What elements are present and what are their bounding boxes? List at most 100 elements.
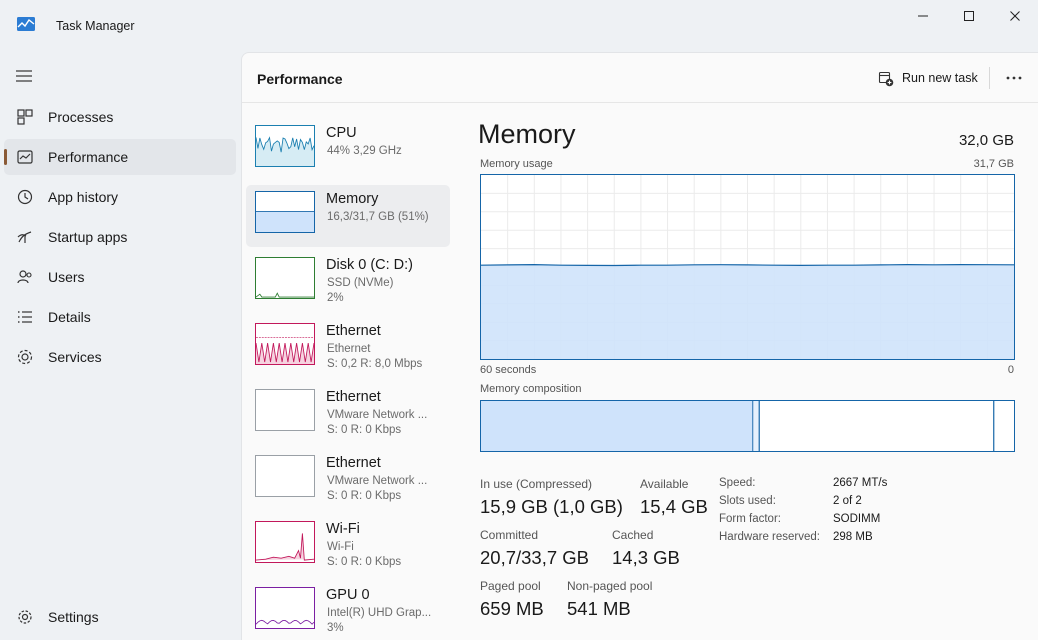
minimize-button[interactable] <box>900 0 946 32</box>
main-panel: Performance Run new task CPU 44% 3,29 GHz… <box>241 52 1038 640</box>
services-icon <box>17 349 33 365</box>
nav-item-label: Details <box>48 309 91 325</box>
nav-item-label: Performance <box>48 149 129 165</box>
memory-usage-line <box>481 263 1014 267</box>
nav-item-processes[interactable]: Processes <box>4 99 236 135</box>
device-name: Wi-Fi <box>326 521 360 537</box>
cached-label: Cached <box>612 528 654 542</box>
nav-item-label: Startup apps <box>48 229 128 245</box>
device-wifi[interactable]: Wi-Fi Wi-Fi S: 0 R: 0 Kbps <box>246 515 450 577</box>
device-gpu-thumbnail <box>255 587 315 629</box>
nav-item-performance[interactable]: Performance <box>4 139 236 175</box>
more-options-icon <box>1006 76 1022 80</box>
device-name: Ethernet <box>326 455 381 471</box>
device-gpu[interactable]: GPU 0 Intel(R) UHD Grap... 3% <box>246 581 450 640</box>
device-cpu[interactable]: CPU 44% 3,29 GHz <box>246 119 450 181</box>
memory-usage-graph <box>480 174 1015 360</box>
task-manager-icon <box>17 17 35 31</box>
nav-item-label: App history <box>48 189 119 205</box>
memory-composition-label: Memory composition <box>480 383 582 395</box>
in-use-segment <box>481 401 753 451</box>
device-ethernet-3[interactable]: Ethernet VMware Network ... S: 0 R: 0 Kbps <box>246 449 450 511</box>
device-memory-thumbnail <box>255 191 315 233</box>
app-history-icon <box>17 189 33 205</box>
form-factor-value: SODIMM <box>833 513 881 525</box>
nav-item-details[interactable]: Details <box>4 299 236 335</box>
non-paged-pool-label: Non-paged pool <box>567 579 653 593</box>
available-label: Available <box>640 477 689 491</box>
nav-item-startup-apps[interactable]: Startup apps <box>4 219 236 255</box>
more-options-button[interactable] <box>998 63 1030 93</box>
time-range-label: 60 seconds <box>480 364 537 376</box>
device-name: Memory <box>326 191 379 207</box>
committed-label: Committed <box>480 528 539 542</box>
device-detail: S: 0 R: 0 Kbps <box>327 556 402 568</box>
header-divider <box>989 67 990 89</box>
maximize-button[interactable] <box>946 0 992 32</box>
modified-segment <box>752 401 760 451</box>
navigation-pane: Processes Performance App history Startu… <box>0 52 240 640</box>
paged-pool-label: Paged pool <box>480 579 541 593</box>
device-detail: S: 0 R: 0 Kbps <box>327 490 402 502</box>
memory-total: 32,0 GB <box>958 132 1014 149</box>
device-ethernet-3-thumbnail <box>255 455 315 497</box>
hamburger-menu-icon[interactable] <box>14 68 34 84</box>
device-name: CPU <box>326 125 357 141</box>
device-detail: S: 0 R: 0 Kbps <box>327 424 402 436</box>
page-title: Performance <box>257 71 343 87</box>
nav-item-label: Processes <box>48 109 114 125</box>
run-new-task-label: Run new task <box>902 71 978 85</box>
device-memory[interactable]: Memory 16,3/31,7 GB (51%) <box>246 185 450 247</box>
startup-apps-icon <box>17 231 32 243</box>
run-new-task-button[interactable]: Run new task <box>870 63 978 93</box>
memory-usage-label: Memory usage <box>480 158 553 170</box>
performance-icon <box>17 150 33 164</box>
gpu-thumb-line <box>256 619 314 625</box>
speed-value: 2667 MT/s <box>833 477 888 489</box>
device-subtitle: 44% 3,29 GHz <box>327 145 402 157</box>
committed-value: 20,7/33,7 GB <box>480 547 590 568</box>
in-use-label: In use (Compressed) <box>480 477 593 491</box>
nav-item-label: Settings <box>48 609 99 625</box>
device-detail: 3% <box>327 622 344 634</box>
nav-item-label: Users <box>48 269 85 285</box>
slots-used-value: 2 of 2 <box>833 495 862 507</box>
nav-item-services[interactable]: Services <box>4 339 236 375</box>
cached-value: 14,3 GB <box>612 547 680 568</box>
users-icon <box>17 270 32 284</box>
device-cpu-thumbnail <box>255 125 315 167</box>
window-title: Task Manager <box>56 19 135 33</box>
cpu-thumb-fill <box>256 137 314 166</box>
processes-icon <box>17 109 33 125</box>
device-disk[interactable]: Disk 0 (C: D:) SSD (NVMe) 2% <box>246 251 450 313</box>
device-subtitle: Intel(R) UHD Grap... <box>327 607 432 619</box>
device-subtitle: Wi-Fi <box>327 541 354 553</box>
in-use-value: 15,9 GB (1,0 GB) <box>480 496 623 517</box>
device-detail: S: 0,2 R: 8,0 Mbps <box>327 358 423 370</box>
run-task-icon <box>878 71 894 87</box>
close-button[interactable] <box>992 0 1038 32</box>
slots-used-label: Slots used: <box>719 495 776 507</box>
device-subtitle: VMware Network ... <box>327 475 428 487</box>
device-name: Ethernet <box>326 323 381 339</box>
settings-gear-icon <box>18 610 32 624</box>
close-icon <box>1010 11 1020 21</box>
device-subtitle: Ethernet <box>327 343 371 355</box>
details-icon <box>18 311 32 323</box>
device-name: GPU 0 <box>326 587 370 603</box>
speed-label: Speed: <box>719 477 756 489</box>
time-end-label: 0 <box>1007 364 1014 376</box>
nav-item-label: Services <box>48 349 102 365</box>
device-ethernet-2[interactable]: Ethernet VMware Network ... S: 0 R: 0 Kbps <box>246 383 450 445</box>
nav-item-settings[interactable]: Settings <box>4 599 236 635</box>
device-ethernet-1[interactable]: Ethernet Ethernet S: 0,2 R: 8,0 Mbps <box>246 317 450 379</box>
disk-thumb-line <box>256 292 314 298</box>
device-ethernet-1-thumbnail <box>255 323 315 365</box>
device-name: Ethernet <box>326 389 381 405</box>
nav-item-app-history[interactable]: App history <box>4 179 236 215</box>
device-detail: 2% <box>327 292 344 304</box>
device-name: Disk 0 (C: D:) <box>326 257 413 273</box>
nav-item-users[interactable]: Users <box>4 259 236 295</box>
device-disk-thumbnail <box>255 257 315 299</box>
paged-pool-value: 659 MB <box>480 598 544 619</box>
